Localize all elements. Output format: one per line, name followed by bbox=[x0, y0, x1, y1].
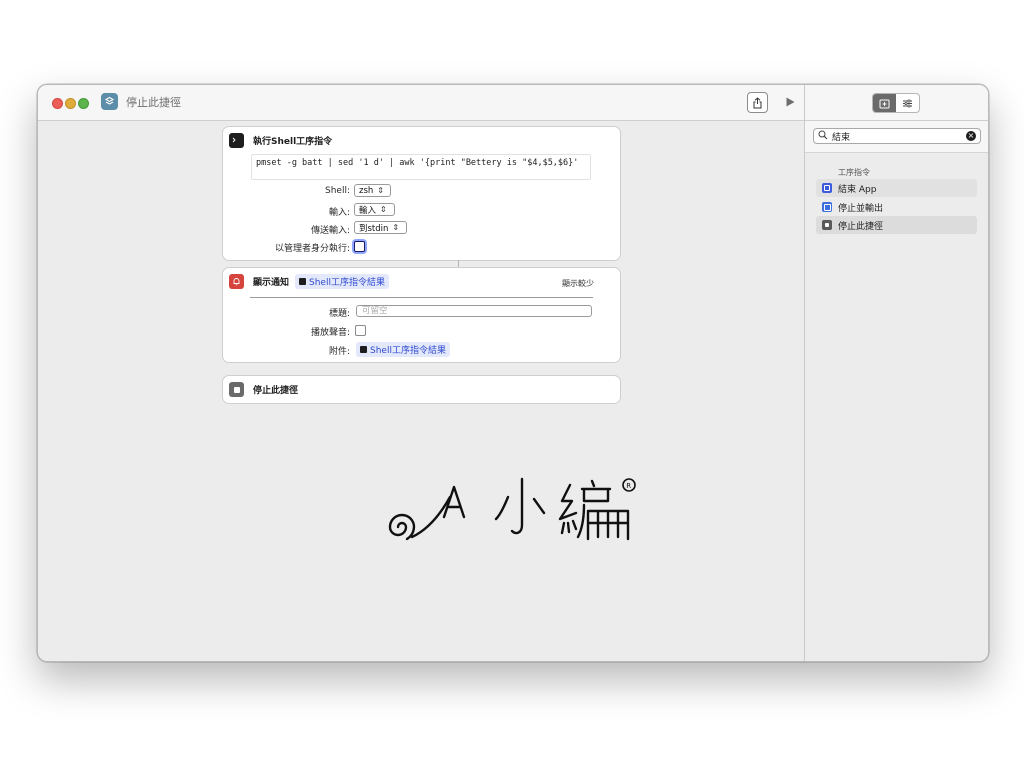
shell-value: zsh bbox=[359, 185, 374, 196]
divider bbox=[250, 297, 593, 298]
attachment-label: 附件: bbox=[328, 347, 350, 357]
clear-search-icon[interactable]: × bbox=[966, 131, 976, 141]
chevron-updown-icon: ⇕ bbox=[380, 205, 387, 214]
section-title: 工序指令 bbox=[838, 168, 870, 177]
action-title: 執行Shell工序指令 bbox=[253, 137, 333, 147]
terminal-icon bbox=[360, 346, 367, 353]
notification-title-field[interactable]: 可留空 bbox=[356, 305, 592, 317]
chevron-updown-icon: ⇕ bbox=[377, 186, 384, 195]
title-label: 標題: bbox=[328, 309, 350, 319]
chevron-updown-icon: ⇕ bbox=[392, 223, 400, 232]
pass-input-popup[interactable]: 到stdin ⇕ bbox=[354, 221, 407, 234]
stop-icon bbox=[822, 220, 832, 230]
sliders-icon bbox=[903, 98, 912, 108]
sidebar-item-label: 停止並輸出 bbox=[838, 203, 884, 214]
svg-text:R: R bbox=[626, 482, 631, 490]
run-as-admin-checkbox[interactable] bbox=[354, 241, 365, 252]
token-label: Shell工序指令結果 bbox=[309, 278, 385, 288]
bell-icon bbox=[229, 274, 244, 289]
window-title[interactable]: 停止此捷徑 bbox=[126, 94, 181, 110]
terminal-icon bbox=[299, 278, 307, 285]
shortcuts-window: 停止此捷徑 執行Shell工序指令 pmset -g batt | sed '1… bbox=[37, 84, 989, 662]
input-label: 輸入: bbox=[328, 208, 350, 218]
search-input[interactable] bbox=[832, 129, 962, 143]
watermark-logo: R bbox=[388, 477, 636, 541]
share-button[interactable] bbox=[747, 92, 768, 113]
play-icon bbox=[786, 97, 794, 107]
input-value: 輸入 bbox=[359, 205, 377, 216]
close-window-button[interactable] bbox=[52, 98, 63, 109]
action-sidebar: × 工序指令 結束 App 停止並輸出 停止此捷徑 bbox=[805, 85, 988, 661]
share-icon bbox=[753, 96, 762, 108]
show-notification-action[interactable]: 顯示通知 Shell工序指令結果 顯示較少 標題: 可留空 播放聲音: 附件: … bbox=[222, 267, 621, 363]
sidebar-item-label: 結束 App bbox=[838, 184, 877, 195]
show-less-button[interactable]: 顯示較少 bbox=[562, 278, 594, 289]
attachment-value: Shell工序指令結果 bbox=[370, 346, 446, 356]
stop-icon bbox=[229, 382, 244, 397]
sidebar-toolbar bbox=[805, 85, 988, 121]
pass-input-label: 傳送輸入: bbox=[310, 226, 350, 236]
run-shell-script-action[interactable]: 執行Shell工序指令 pmset -g batt | sed '1 d' | … bbox=[222, 126, 621, 261]
pass-input-value: 到stdin bbox=[359, 223, 389, 234]
run-as-admin-label: 以管理者身分執行: bbox=[274, 244, 350, 254]
search-icon bbox=[818, 130, 828, 140]
action-title: 停止此捷徑 bbox=[253, 386, 299, 396]
minimize-window-button[interactable] bbox=[65, 98, 76, 109]
input-popup[interactable]: 輸入 ⇕ bbox=[354, 203, 395, 216]
search-area: × bbox=[805, 121, 988, 153]
stop-shortcut-action[interactable]: 停止此捷徑 bbox=[222, 375, 621, 404]
app-quit-icon bbox=[822, 183, 832, 193]
play-sound-checkbox[interactable] bbox=[355, 325, 366, 336]
attachment-token[interactable]: Shell工序指令結果 bbox=[356, 342, 450, 357]
shortcut-icon[interactable] bbox=[101, 93, 118, 110]
action-title: 顯示通知 bbox=[253, 278, 290, 288]
details-tab[interactable] bbox=[896, 94, 919, 112]
stop-output-icon bbox=[822, 202, 832, 212]
library-tab[interactable] bbox=[873, 94, 896, 112]
title-bar: 停止此捷徑 bbox=[38, 85, 805, 121]
shell-label: Shell: bbox=[325, 186, 350, 196]
sidebar-item-quit-app[interactable]: 結束 App bbox=[816, 179, 977, 197]
sidebar-item-stop-shortcut[interactable]: 停止此捷徑 bbox=[816, 216, 977, 234]
zoom-window-button[interactable] bbox=[78, 98, 89, 109]
sidebar-item-label: 停止此捷徑 bbox=[838, 221, 884, 232]
search-box: × bbox=[813, 128, 981, 144]
shell-result-token[interactable]: Shell工序指令結果 bbox=[295, 274, 389, 289]
terminal-icon bbox=[229, 133, 244, 148]
shell-popup[interactable]: zsh ⇕ bbox=[354, 184, 391, 197]
run-button[interactable] bbox=[783, 95, 797, 109]
sidebar-mode-segmented-control bbox=[872, 93, 920, 113]
script-editor[interactable]: pmset -g batt | sed '1 d' | awk '{print … bbox=[251, 154, 591, 180]
sidebar-item-stop-and-output[interactable]: 停止並輸出 bbox=[816, 198, 977, 216]
play-sound-label: 播放聲音: bbox=[310, 328, 350, 338]
add-action-icon bbox=[879, 99, 890, 108]
